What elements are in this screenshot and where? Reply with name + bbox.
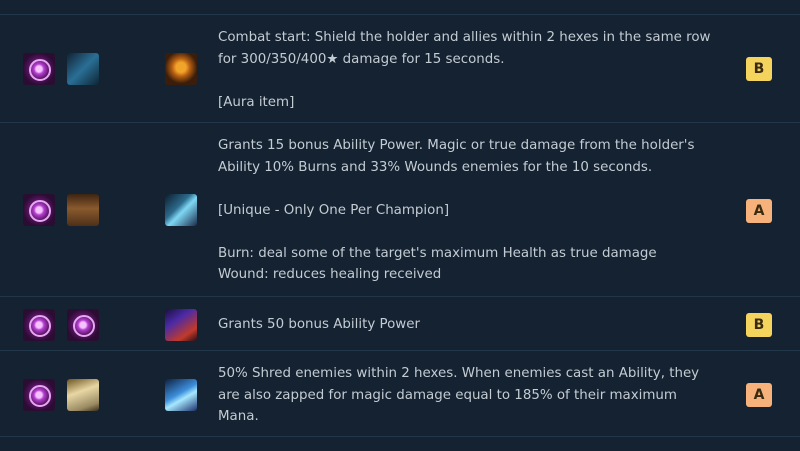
tier-badge: B — [746, 313, 772, 337]
sunfire-icon — [165, 194, 197, 226]
item-row: 50% Shred enemies within 2 hexes. When e… — [0, 350, 800, 437]
spatula-icon — [23, 309, 55, 341]
tier-badge: A — [746, 199, 772, 223]
tier-badge: A — [746, 383, 772, 407]
item-description: Grants 15 bonus Ability Power. Magic or … — [218, 138, 695, 282]
item-row — [0, 436, 800, 451]
spatula-icon — [23, 194, 55, 226]
tier-badge: B — [746, 57, 772, 81]
item-row: Combat start: Shield the holder and alli… — [0, 14, 800, 123]
item-description: Combat start: Shield the holder and alli… — [218, 30, 711, 110]
protectors-vow-icon — [165, 53, 197, 85]
item-description: Grants 50 bonus Ability Power — [218, 317, 420, 332]
zephyr-icon — [165, 379, 197, 411]
item-description: 50% Shred enemies within 2 hexes. When e… — [218, 366, 700, 424]
spatula-icon — [23, 53, 55, 85]
item-row: Grants 15 bonus Ability Power. Magic or … — [0, 122, 800, 297]
spatula-icon — [67, 309, 99, 341]
negatron-cloak-icon — [67, 379, 99, 411]
giants-belt-icon — [67, 194, 99, 226]
tactician-item-icon — [165, 309, 197, 341]
chain-vest-icon — [67, 53, 99, 85]
item-row: Grants 50 bonus Ability Power B — [0, 296, 800, 351]
spatula-icon — [23, 379, 55, 411]
